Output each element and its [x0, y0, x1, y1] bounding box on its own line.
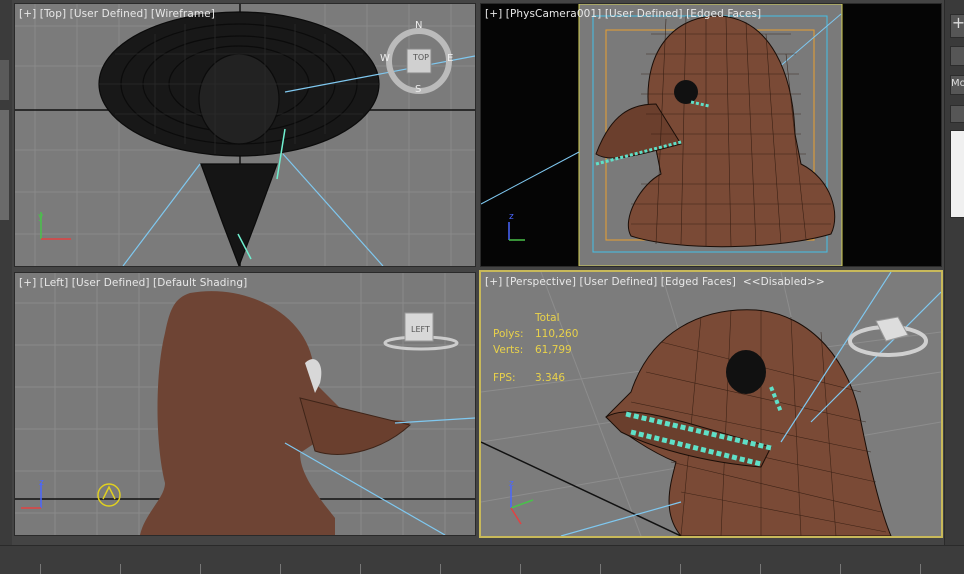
viewcube-perspective[interactable]: [846, 307, 936, 367]
viewport-perspective[interactable]: z Total Polys: 110,260 Verts: 61,799 FPS: 3…: [479, 270, 943, 538]
command-panel-right: + Mo: [944, 0, 964, 545]
shading-menu[interactable]: [Default Shading]: [153, 277, 247, 289]
viewcube-left-face[interactable]: LEFT: [411, 325, 430, 334]
svg-text:y: y: [38, 212, 44, 222]
view-point-menu[interactable]: [Left]: [40, 277, 69, 289]
modify-tab[interactable]: Mo: [950, 75, 964, 95]
create-plus-button[interactable]: +: [950, 14, 964, 38]
shading-menu[interactable]: [Wireframe]: [151, 8, 215, 20]
viewport-label: [+] [Left] [User Defined] [Default Shadi…: [19, 277, 247, 289]
svg-text:z: z: [509, 212, 514, 222]
viewport-label: [+] [Perspective] [User Defined] [Edged …: [485, 276, 825, 288]
stats-total-header: Total: [535, 312, 560, 324]
view-point-menu[interactable]: [Perspective]: [506, 276, 576, 288]
view-settings-menu[interactable]: [User Defined]: [72, 277, 150, 289]
view-settings-menu[interactable]: [User Defined]: [605, 8, 683, 20]
panel-button[interactable]: [950, 105, 964, 123]
viewport-menu-button[interactable]: [+]: [19, 8, 36, 20]
viewcube-top-face[interactable]: TOP: [413, 53, 429, 62]
compass-east: E: [447, 53, 454, 64]
pin-icon[interactable]: [950, 228, 964, 242]
shading-menu[interactable]: [Edged Faces]: [661, 276, 736, 288]
viewport-camera[interactable]: z [+] [PhysCamera001] [User Defined] [Ed…: [480, 3, 942, 267]
statistics-overlay: Total Polys: 110,260 Verts: 61,799 FPS: 3.3…: [493, 310, 578, 386]
svg-text:z: z: [509, 479, 514, 489]
shading-menu[interactable]: [Edged Faces]: [686, 8, 761, 20]
verts-value: 61,799: [535, 344, 572, 356]
command-panel-edge: [0, 0, 12, 545]
fps-label: FPS:: [493, 372, 516, 384]
disabled-indicator[interactable]: <<Disabled>>: [743, 276, 825, 288]
camera-view-canvas: z: [481, 4, 843, 266]
viewcube-compass[interactable]: [377, 19, 467, 109]
fps-value: 3.346: [535, 372, 566, 384]
view-point-menu[interactable]: [Top]: [40, 8, 66, 20]
time-slider-track[interactable]: [0, 545, 964, 574]
viewport-label: [+] [Top] [User Defined] [Wireframe]: [19, 8, 215, 20]
viewport-menu-button[interactable]: [+]: [485, 8, 502, 20]
compass-west: W: [380, 53, 390, 64]
view-settings-menu[interactable]: [User Defined]: [580, 276, 658, 288]
modifier-tab[interactable]: [950, 46, 964, 66]
compass-south: S: [415, 84, 422, 95]
viewport-menu-button[interactable]: [+]: [485, 276, 502, 288]
verts-label: Verts:: [493, 344, 524, 356]
polys-value: 110,260: [535, 328, 579, 340]
viewport-label: [+] [PhysCamera001] [User Defined] [Edge…: [485, 8, 761, 20]
compass-north: N: [415, 20, 423, 31]
view-settings-menu[interactable]: [User Defined]: [70, 8, 148, 20]
viewport-menu-button[interactable]: [+]: [19, 277, 36, 289]
view-point-menu[interactable]: [PhysCamera001]: [506, 8, 602, 20]
panel-tab[interactable]: [0, 60, 9, 100]
viewport-top[interactable]: y TOP N S E W [+] [Top] [User Defined] […: [14, 3, 476, 267]
panel-scrollbar[interactable]: [0, 110, 9, 220]
modifier-list[interactable]: [950, 130, 964, 218]
viewport-left[interactable]: z LEFT [+] [Left] [User Defined] [Defaul…: [14, 272, 476, 536]
svg-text:z: z: [39, 478, 44, 488]
polys-label: Polys:: [493, 328, 524, 340]
